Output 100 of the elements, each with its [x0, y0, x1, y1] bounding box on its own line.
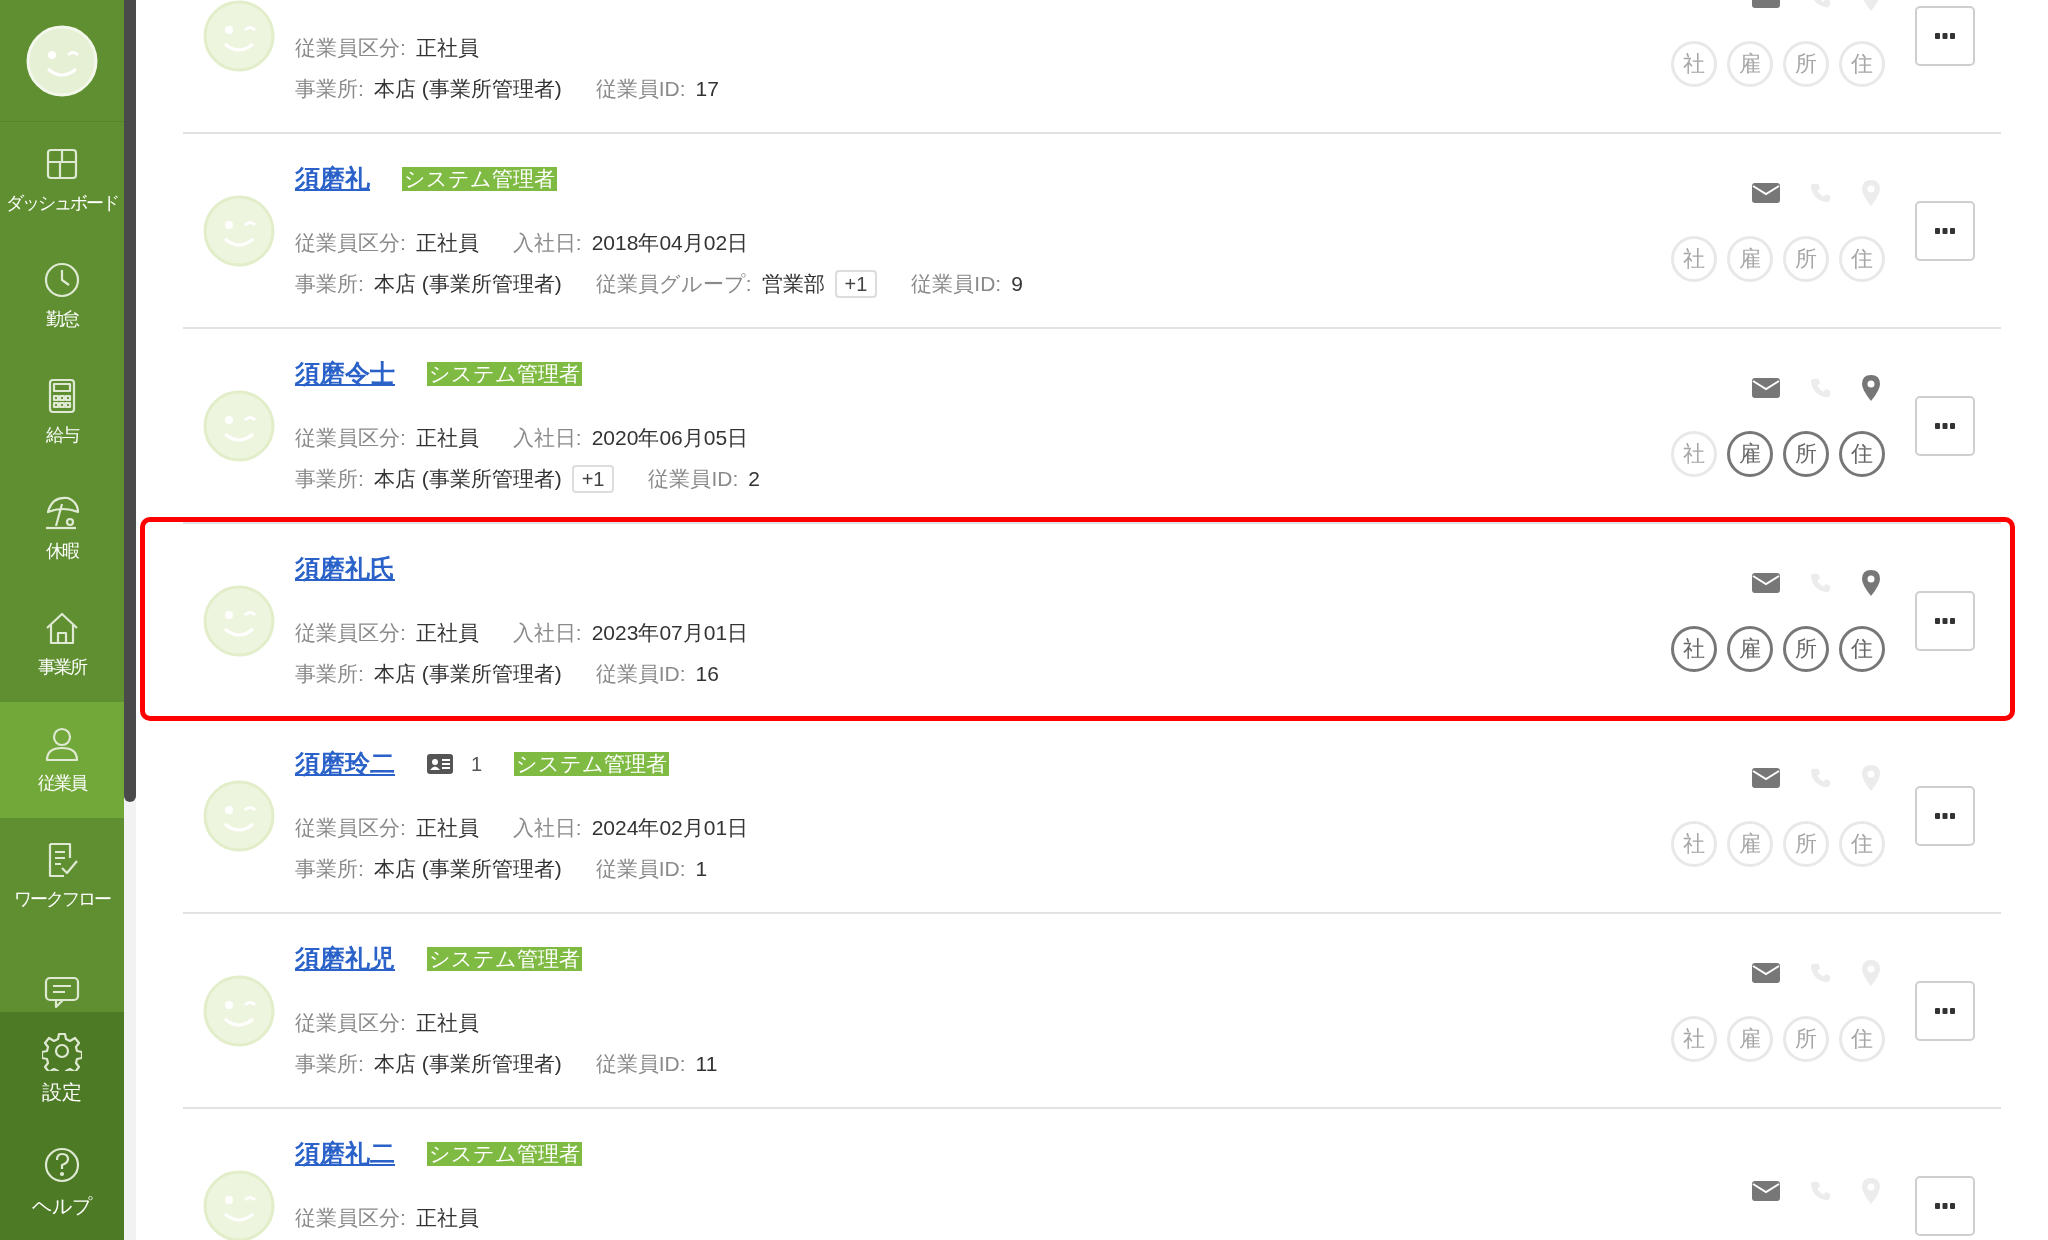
- status-stamp: 所: [1783, 430, 1829, 477]
- smiley-avatar-icon: [203, 389, 275, 462]
- field-value: 本店 (事業所管理者): [373, 466, 562, 493]
- scrollbar-thumb[interactable]: [124, 0, 136, 802]
- field-label: 入社日:: [512, 425, 582, 452]
- field-label: 従業員グループ:: [595, 271, 752, 298]
- field-value: 正社員: [415, 815, 479, 842]
- mail-icon[interactable]: [1752, 962, 1780, 983]
- ellipsis-icon: [1935, 227, 1955, 234]
- mail-icon[interactable]: [1752, 1180, 1780, 1201]
- smiley-avatar-icon: [203, 0, 275, 72]
- field-label: 入社日:: [512, 620, 582, 647]
- field-value: 本店 (事業所管理者): [373, 856, 562, 883]
- field-value: 2018年04月02日: [591, 230, 749, 257]
- id-card-count: 1: [471, 752, 483, 777]
- more-options-button[interactable]: [1915, 785, 1975, 846]
- more-count-tag[interactable]: +1: [834, 270, 878, 298]
- more-options-button[interactable]: [1915, 395, 1975, 456]
- field-value: 2024年02月01日: [591, 815, 749, 842]
- status-stamp: 雇: [1727, 625, 1773, 672]
- status-stamp: 所: [1783, 1015, 1829, 1062]
- field-label: 事業所:: [295, 1051, 364, 1078]
- sidebar-item[interactable]: 設定: [0, 1012, 124, 1126]
- ellipsis-icon: [1935, 1007, 1955, 1014]
- field-label: 従業員区分:: [295, 425, 406, 452]
- sidebar-item[interactable]: ヘルプ: [0, 1126, 124, 1240]
- field-label: 従業員ID:: [595, 856, 686, 883]
- field-value: 本店 (事業所管理者): [373, 271, 562, 298]
- status-stamp: 住: [1839, 820, 1885, 867]
- smiley-avatar-icon: [203, 194, 275, 267]
- field-label: 事業所:: [295, 271, 364, 298]
- status-stamp: 社: [1671, 40, 1717, 87]
- status-stamp: 社: [1671, 430, 1717, 477]
- field-value: 17: [695, 76, 719, 103]
- employee-name-link[interactable]: 須磨礼氏: [295, 550, 395, 588]
- employee-name-link[interactable]: 須磨玲二: [295, 745, 395, 783]
- pin-icon[interactable]: [1862, 374, 1880, 401]
- smiley-avatar-icon: [203, 974, 275, 1047]
- mail-icon[interactable]: [1752, 572, 1780, 593]
- field-label: 従業員区分:: [295, 620, 406, 647]
- field-label: 従業員区分:: [295, 35, 406, 62]
- field-label: 従業員区分:: [295, 230, 406, 257]
- field-label: 事業所:: [295, 76, 364, 103]
- field-value: 本店 (事業所管理者): [373, 76, 562, 103]
- employee-name-link[interactable]: 須磨令士: [295, 355, 395, 393]
- status-stamp: 雇: [1727, 1015, 1773, 1062]
- smiley-avatar-icon[interactable]: [26, 24, 98, 97]
- role-badge: システム管理者: [514, 752, 670, 776]
- field-value: 1: [695, 856, 708, 883]
- field-label: 事業所:: [295, 856, 364, 883]
- field-value: 正社員: [415, 35, 479, 62]
- sidebar-item[interactable]: 従業員: [0, 702, 124, 818]
- ellipsis-icon: [1935, 422, 1955, 429]
- field-value: 2023年07月01日: [591, 620, 749, 647]
- more-options-button[interactable]: [1915, 200, 1975, 261]
- more-options-button[interactable]: [1915, 5, 1975, 66]
- pin-icon[interactable]: [1862, 569, 1880, 596]
- more-count-tag[interactable]: +1: [571, 465, 615, 493]
- field-label: 入社日:: [512, 230, 582, 257]
- field-label: 従業員区分:: [295, 1010, 406, 1037]
- status-stamp: 雇: [1727, 40, 1773, 87]
- employee-name-link[interactable]: 須磨礼二: [295, 1135, 395, 1173]
- field-label: 従業員区分:: [295, 815, 406, 842]
- field-value: 正社員: [415, 425, 479, 452]
- ellipsis-icon: [1935, 617, 1955, 624]
- status-stamp: 雇: [1727, 430, 1773, 477]
- field-label: 従業員ID:: [911, 271, 1002, 298]
- field-value: 本店 (事業所管理者): [373, 1051, 562, 1078]
- status-stamp: 住: [1839, 625, 1885, 672]
- status-stamp: 社: [1671, 1015, 1717, 1062]
- smiley-avatar-icon: [203, 584, 275, 657]
- field-value: 本店 (事業所管理者): [373, 661, 562, 688]
- status-stamp: 住: [1839, 1015, 1885, 1062]
- field-label: 従業員ID:: [595, 661, 686, 688]
- field-label: 従業員ID:: [595, 1051, 686, 1078]
- employee-name-link[interactable]: 須磨礼児: [295, 940, 395, 978]
- field-label: 従業員区分:: [295, 1205, 406, 1232]
- employee-name-link[interactable]: 須磨礼: [295, 160, 370, 198]
- field-value: 正社員: [415, 1205, 479, 1232]
- field-value: 11: [695, 1051, 718, 1078]
- more-options-button[interactable]: [1915, 590, 1975, 651]
- status-stamp: 所: [1783, 820, 1829, 867]
- mail-icon[interactable]: [1752, 182, 1780, 203]
- ellipsis-icon: [1935, 1202, 1955, 1209]
- status-stamp: 住: [1839, 235, 1885, 282]
- smiley-avatar-icon: [203, 779, 275, 852]
- more-options-button[interactable]: [1915, 1175, 1975, 1236]
- role-badge: システム管理者: [427, 947, 582, 971]
- field-value: 正社員: [415, 1010, 479, 1037]
- gear-icon: [42, 1031, 82, 1071]
- role-badge: システム管理者: [427, 1142, 582, 1166]
- status-stamp: 住: [1839, 430, 1885, 477]
- status-stamp: 所: [1783, 235, 1829, 282]
- more-options-button[interactable]: [1915, 980, 1975, 1041]
- field-label: 事業所:: [295, 466, 364, 493]
- role-badge: システム管理者: [427, 362, 582, 386]
- mail-icon[interactable]: [1752, 767, 1780, 788]
- field-label: 事業所:: [295, 661, 364, 688]
- field-value: 営業部: [761, 271, 825, 298]
- mail-icon[interactable]: [1752, 377, 1780, 398]
